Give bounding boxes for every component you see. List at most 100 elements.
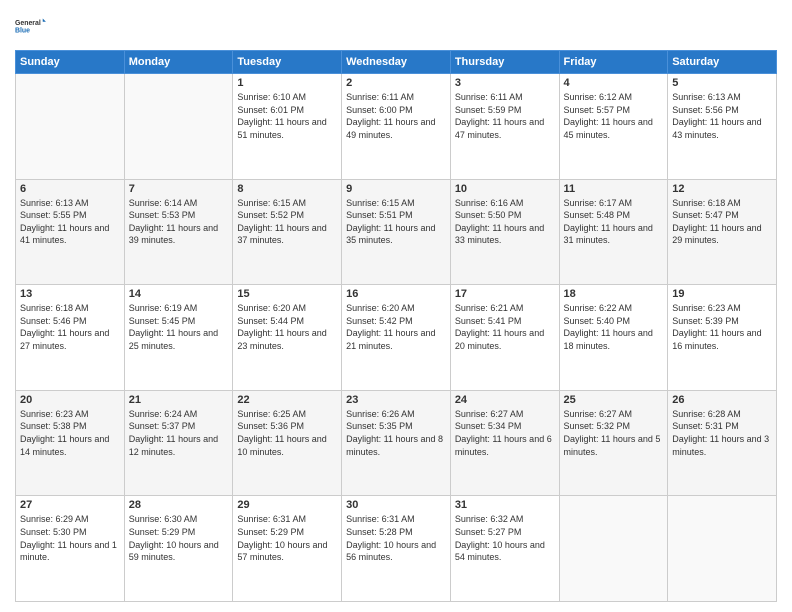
sunset-text: Sunset: 5:32 PM — [564, 421, 631, 431]
day-info: Sunrise: 6:18 AM Sunset: 5:47 PM Dayligh… — [672, 197, 772, 247]
sunrise-text: Sunrise: 6:16 AM — [455, 198, 524, 208]
day-info: Sunrise: 6:14 AM Sunset: 5:53 PM Dayligh… — [129, 197, 229, 247]
daylight-text: Daylight: 10 hours and 59 minutes. — [129, 540, 219, 563]
daylight-text: Daylight: 11 hours and 45 minutes. — [564, 117, 653, 140]
sunrise-text: Sunrise: 6:27 AM — [564, 409, 633, 419]
sunset-text: Sunset: 5:27 PM — [455, 527, 522, 537]
day-info: Sunrise: 6:20 AM Sunset: 5:42 PM Dayligh… — [346, 302, 446, 352]
day-number: 16 — [346, 288, 446, 300]
logo-svg: General Blue — [15, 10, 47, 42]
day-number: 1 — [237, 77, 337, 89]
day-info: Sunrise: 6:31 AM Sunset: 5:29 PM Dayligh… — [237, 513, 337, 563]
day-number: 14 — [129, 288, 229, 300]
day-info: Sunrise: 6:24 AM Sunset: 5:37 PM Dayligh… — [129, 408, 229, 458]
calendar-cell: 17 Sunrise: 6:21 AM Sunset: 5:41 PM Dayl… — [450, 285, 559, 391]
calendar-cell: 28 Sunrise: 6:30 AM Sunset: 5:29 PM Dayl… — [124, 496, 233, 602]
sunrise-text: Sunrise: 6:17 AM — [564, 198, 633, 208]
calendar-cell: 25 Sunrise: 6:27 AM Sunset: 5:32 PM Dayl… — [559, 390, 668, 496]
day-number: 18 — [564, 288, 664, 300]
sunrise-text: Sunrise: 6:20 AM — [346, 303, 415, 313]
day-info: Sunrise: 6:13 AM Sunset: 5:56 PM Dayligh… — [672, 91, 772, 141]
calendar-cell: 5 Sunrise: 6:13 AM Sunset: 5:56 PM Dayli… — [668, 74, 777, 180]
daylight-text: Daylight: 11 hours and 12 minutes. — [129, 434, 218, 457]
sunset-text: Sunset: 5:53 PM — [129, 210, 196, 220]
week-row-3: 20 Sunrise: 6:23 AM Sunset: 5:38 PM Dayl… — [16, 390, 777, 496]
day-info: Sunrise: 6:23 AM Sunset: 5:39 PM Dayligh… — [672, 302, 772, 352]
calendar-cell: 30 Sunrise: 6:31 AM Sunset: 5:28 PM Dayl… — [342, 496, 451, 602]
sunset-text: Sunset: 5:37 PM — [129, 421, 196, 431]
header-saturday: Saturday — [668, 51, 777, 74]
sunset-text: Sunset: 5:36 PM — [237, 421, 304, 431]
calendar-cell: 7 Sunrise: 6:14 AM Sunset: 5:53 PM Dayli… — [124, 179, 233, 285]
sunrise-text: Sunrise: 6:11 AM — [455, 92, 523, 102]
svg-text:General: General — [15, 20, 41, 27]
day-info: Sunrise: 6:21 AM Sunset: 5:41 PM Dayligh… — [455, 302, 555, 352]
week-row-4: 27 Sunrise: 6:29 AM Sunset: 5:30 PM Dayl… — [16, 496, 777, 602]
header: General Blue — [15, 10, 777, 42]
day-info: Sunrise: 6:15 AM Sunset: 5:52 PM Dayligh… — [237, 197, 337, 247]
sunset-text: Sunset: 5:51 PM — [346, 210, 413, 220]
header-thursday: Thursday — [450, 51, 559, 74]
sunrise-text: Sunrise: 6:14 AM — [129, 198, 198, 208]
calendar-cell: 22 Sunrise: 6:25 AM Sunset: 5:36 PM Dayl… — [233, 390, 342, 496]
calendar-cell: 4 Sunrise: 6:12 AM Sunset: 5:57 PM Dayli… — [559, 74, 668, 180]
sunset-text: Sunset: 5:29 PM — [237, 527, 304, 537]
day-number: 12 — [672, 183, 772, 195]
sunset-text: Sunset: 5:41 PM — [455, 316, 522, 326]
sunset-text: Sunset: 5:42 PM — [346, 316, 413, 326]
day-number: 15 — [237, 288, 337, 300]
day-info: Sunrise: 6:23 AM Sunset: 5:38 PM Dayligh… — [20, 408, 120, 458]
day-info: Sunrise: 6:27 AM Sunset: 5:34 PM Dayligh… — [455, 408, 555, 458]
sunrise-text: Sunrise: 6:13 AM — [672, 92, 741, 102]
day-info: Sunrise: 6:11 AM Sunset: 5:59 PM Dayligh… — [455, 91, 555, 141]
calendar-cell: 18 Sunrise: 6:22 AM Sunset: 5:40 PM Dayl… — [559, 285, 668, 391]
sunrise-text: Sunrise: 6:27 AM — [455, 409, 524, 419]
daylight-text: Daylight: 11 hours and 10 minutes. — [237, 434, 326, 457]
day-info: Sunrise: 6:30 AM Sunset: 5:29 PM Dayligh… — [129, 513, 229, 563]
calendar-cell: 11 Sunrise: 6:17 AM Sunset: 5:48 PM Dayl… — [559, 179, 668, 285]
day-number: 30 — [346, 499, 446, 511]
daylight-text: Daylight: 11 hours and 1 minute. — [20, 540, 117, 563]
day-info: Sunrise: 6:13 AM Sunset: 5:55 PM Dayligh… — [20, 197, 120, 247]
sunset-text: Sunset: 5:57 PM — [564, 105, 631, 115]
sunrise-text: Sunrise: 6:31 AM — [237, 514, 306, 524]
day-info: Sunrise: 6:26 AM Sunset: 5:35 PM Dayligh… — [346, 408, 446, 458]
sunset-text: Sunset: 5:35 PM — [346, 421, 413, 431]
day-number: 28 — [129, 499, 229, 511]
calendar-cell — [559, 496, 668, 602]
daylight-text: Daylight: 11 hours and 5 minutes. — [564, 434, 661, 457]
calendar-cell: 9 Sunrise: 6:15 AM Sunset: 5:51 PM Dayli… — [342, 179, 451, 285]
sunrise-text: Sunrise: 6:18 AM — [672, 198, 741, 208]
sunset-text: Sunset: 5:56 PM — [672, 105, 739, 115]
day-info: Sunrise: 6:27 AM Sunset: 5:32 PM Dayligh… — [564, 408, 664, 458]
daylight-text: Daylight: 11 hours and 27 minutes. — [20, 328, 109, 351]
calendar-cell: 27 Sunrise: 6:29 AM Sunset: 5:30 PM Dayl… — [16, 496, 125, 602]
day-info: Sunrise: 6:15 AM Sunset: 5:51 PM Dayligh… — [346, 197, 446, 247]
day-info: Sunrise: 6:25 AM Sunset: 5:36 PM Dayligh… — [237, 408, 337, 458]
day-number: 4 — [564, 77, 664, 89]
svg-text:Blue: Blue — [15, 27, 30, 34]
sunrise-text: Sunrise: 6:11 AM — [346, 92, 414, 102]
sunrise-text: Sunrise: 6:20 AM — [237, 303, 306, 313]
calendar-cell: 16 Sunrise: 6:20 AM Sunset: 5:42 PM Dayl… — [342, 285, 451, 391]
sunrise-text: Sunrise: 6:13 AM — [20, 198, 89, 208]
sunrise-text: Sunrise: 6:23 AM — [20, 409, 89, 419]
sunset-text: Sunset: 6:01 PM — [237, 105, 304, 115]
day-info: Sunrise: 6:29 AM Sunset: 5:30 PM Dayligh… — [20, 513, 120, 563]
sunrise-text: Sunrise: 6:31 AM — [346, 514, 415, 524]
calendar-cell: 31 Sunrise: 6:32 AM Sunset: 5:27 PM Dayl… — [450, 496, 559, 602]
day-number: 9 — [346, 183, 446, 195]
daylight-text: Daylight: 11 hours and 43 minutes. — [672, 117, 761, 140]
sunrise-text: Sunrise: 6:25 AM — [237, 409, 306, 419]
day-info: Sunrise: 6:10 AM Sunset: 6:01 PM Dayligh… — [237, 91, 337, 141]
sunset-text: Sunset: 5:48 PM — [564, 210, 631, 220]
day-number: 25 — [564, 394, 664, 406]
week-row-0: 1 Sunrise: 6:10 AM Sunset: 6:01 PM Dayli… — [16, 74, 777, 180]
daylight-text: Daylight: 10 hours and 56 minutes. — [346, 540, 436, 563]
calendar-cell: 14 Sunrise: 6:19 AM Sunset: 5:45 PM Dayl… — [124, 285, 233, 391]
day-info: Sunrise: 6:17 AM Sunset: 5:48 PM Dayligh… — [564, 197, 664, 247]
sunrise-text: Sunrise: 6:15 AM — [237, 198, 306, 208]
calendar-cell: 15 Sunrise: 6:20 AM Sunset: 5:44 PM Dayl… — [233, 285, 342, 391]
day-number: 31 — [455, 499, 555, 511]
daylight-text: Daylight: 11 hours and 20 minutes. — [455, 328, 544, 351]
